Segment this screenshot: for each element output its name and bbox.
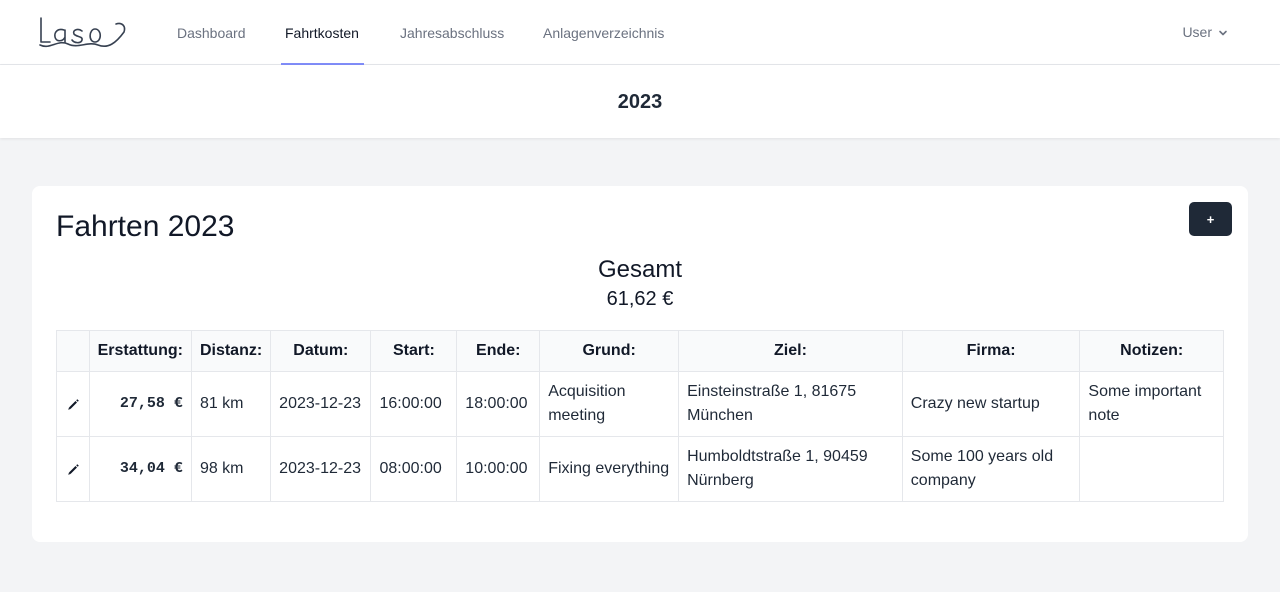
cell-ende: 10:00:00 bbox=[456, 436, 541, 502]
column-header-ende: Ende: bbox=[456, 330, 541, 372]
edit-cell bbox=[56, 371, 90, 437]
cell-ende: 18:00:00 bbox=[456, 371, 541, 437]
column-header-ziel: Ziel: bbox=[678, 330, 903, 372]
cell-datum: 2023-12-23 bbox=[270, 371, 372, 437]
column-header-actions bbox=[56, 330, 90, 372]
cell-datum: 2023-12-23 bbox=[270, 436, 372, 502]
cell-distanz: 98 km bbox=[190, 436, 272, 502]
user-menu-label: User bbox=[1182, 24, 1212, 40]
add-trip-button[interactable]: + bbox=[1189, 202, 1232, 236]
column-header-notizen: Notizen: bbox=[1079, 330, 1224, 372]
cell-notizen bbox=[1079, 436, 1224, 502]
column-header-grund: Grund: bbox=[539, 330, 680, 372]
cell-erstattung: 27,58 € bbox=[88, 371, 192, 437]
cell-grund: Fixing everything bbox=[539, 436, 680, 502]
card-title: Fahrten 2023 bbox=[56, 210, 235, 243]
cell-distanz: 81 km bbox=[190, 371, 272, 437]
pencil-icon[interactable] bbox=[66, 397, 80, 411]
total-value: 61,62 € bbox=[606, 288, 674, 310]
cell-erstattung: 34,04 € bbox=[88, 436, 192, 502]
total-label: Gesamt bbox=[597, 256, 683, 283]
column-header-distanz: Distanz: bbox=[190, 330, 272, 372]
trips-card: Fahrten 2023 + Gesamt 61,62 € Erstattung… bbox=[32, 186, 1248, 542]
pencil-icon[interactable] bbox=[66, 462, 80, 476]
cell-ziel: Humboldtstraße 1, 90459 Nürnberg bbox=[678, 436, 903, 502]
nav-fahrtkosten[interactable]: Fahrtkosten bbox=[285, 0, 359, 65]
laso-logo[interactable] bbox=[38, 14, 128, 50]
trips-table: Erstattung: Distanz: Datum: Start: Ende:… bbox=[56, 330, 1224, 502]
cell-notizen: Some important note bbox=[1079, 371, 1224, 437]
cell-start: 08:00:00 bbox=[370, 436, 458, 502]
table-row: 34,04 € 98 km 2023-12-23 08:00:00 10:00:… bbox=[56, 436, 1224, 502]
edit-cell bbox=[56, 436, 90, 502]
nav-anlagenverzeichnis[interactable]: Anlagenverzeichnis bbox=[543, 0, 664, 65]
table-header-row: Erstattung: Distanz: Datum: Start: Ende:… bbox=[56, 330, 1224, 372]
chevron-down-icon bbox=[1219, 30, 1227, 35]
cell-firma: Crazy new startup bbox=[901, 371, 1081, 437]
cell-ziel: Einsteinstraße 1, 81675 München bbox=[678, 371, 903, 437]
column-header-start: Start: bbox=[370, 330, 458, 372]
user-menu[interactable]: User bbox=[1182, 0, 1228, 65]
table-row: 27,58 € 81 km 2023-12-23 16:00:00 18:00:… bbox=[56, 371, 1224, 437]
cell-firma: Some 100 years old company bbox=[901, 436, 1081, 502]
nav-jahresabschluss[interactable]: Jahresabschluss bbox=[400, 0, 504, 65]
column-header-firma: Firma: bbox=[901, 330, 1081, 372]
column-header-datum: Datum: bbox=[270, 330, 372, 372]
top-navigation: Dashboard Fahrtkosten Jahresabschluss An… bbox=[0, 0, 1280, 65]
cell-grund: Acquisition meeting bbox=[539, 371, 680, 437]
cell-start: 16:00:00 bbox=[370, 371, 458, 437]
year-header: 2023 bbox=[0, 65, 1280, 138]
nav-dashboard[interactable]: Dashboard bbox=[177, 0, 246, 65]
column-header-erstattung: Erstattung: bbox=[88, 330, 192, 372]
